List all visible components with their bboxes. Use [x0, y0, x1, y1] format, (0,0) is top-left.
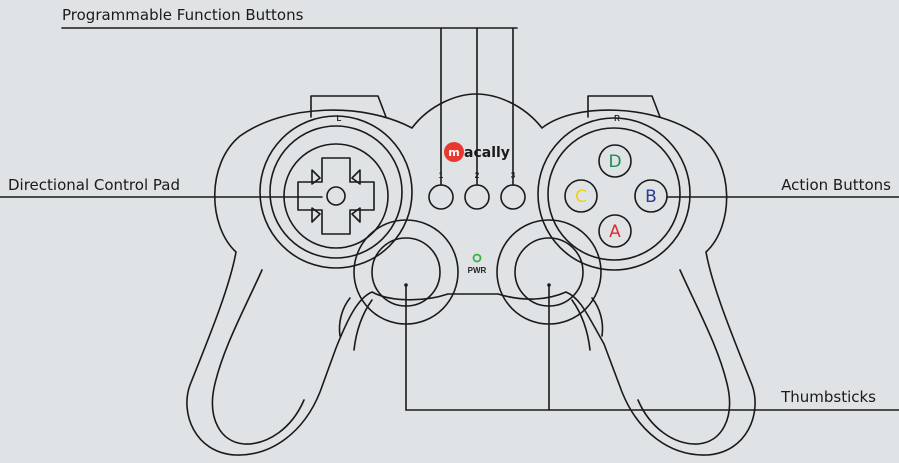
left-grip-contour	[211, 269, 305, 445]
action-letter-a: A	[609, 222, 621, 242]
action-letter-c: C	[575, 187, 587, 207]
action-buttons-label: Action Buttons	[781, 176, 891, 194]
power-label: PWR	[468, 266, 487, 275]
function-button-3[interactable]	[500, 184, 526, 210]
shoulder-left-label: L	[337, 114, 342, 123]
shoulder-right-label: R	[614, 114, 620, 123]
right-lower-loop	[571, 297, 604, 351]
left-pad-housing-inner	[269, 125, 403, 259]
function-button-1[interactable]	[428, 184, 454, 210]
thumbsticks-label: Thumbsticks	[780, 388, 876, 406]
right-grip-contour	[637, 269, 731, 445]
programmable-buttons-label: Programmable Function Buttons	[62, 6, 304, 24]
directional-pad-label: Directional Control Pad	[8, 176, 180, 194]
brand-initial: m	[448, 146, 459, 159]
dpad-center	[326, 186, 346, 206]
function-button-2[interactable]	[464, 184, 490, 210]
power-led	[472, 253, 482, 263]
action-letter-b: B	[645, 187, 657, 207]
controller-diagram: m acally L R 1 2 3 PWR D C B A Programma…	[0, 0, 899, 463]
brand-name: acally	[464, 145, 510, 161]
action-letter-d: D	[608, 152, 621, 172]
left-pad-housing-outer	[259, 115, 413, 269]
dpad-button[interactable]	[297, 157, 375, 235]
programmable-callout-line	[61, 27, 518, 186]
